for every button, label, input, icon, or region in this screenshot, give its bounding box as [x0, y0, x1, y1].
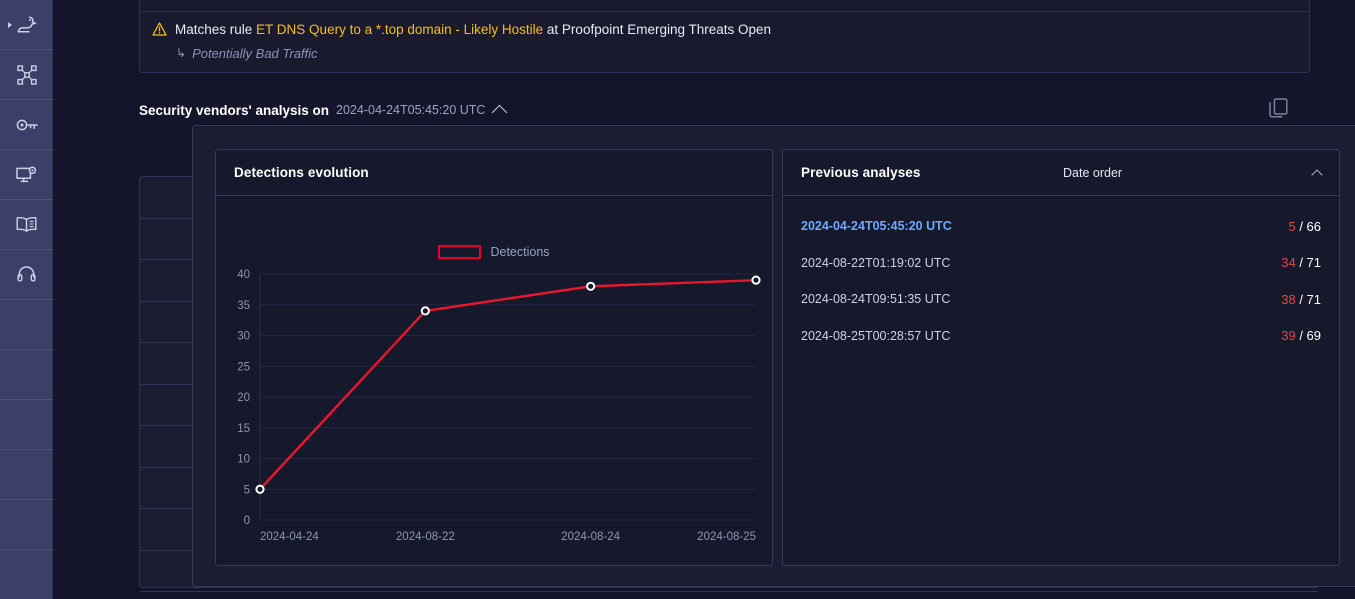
previous-analysis-score: 34 / 71 [1281, 255, 1321, 270]
svg-text:0: 0 [244, 515, 250, 527]
monitor-gear-icon [16, 166, 37, 184]
svg-text:35: 35 [237, 300, 250, 312]
previous-analyses-header: Previous analyses Date order [783, 150, 1339, 196]
previous-analysis-date[interactable]: 2024-08-24T09:51:35 UTC [801, 292, 950, 306]
detections-evolution-card: Detections evolution Detections 0 5 10 15 20… [215, 149, 773, 566]
rule-category-label: Potentially Bad Traffic [192, 0, 317, 1]
key-icon [16, 118, 38, 132]
rule-category: ↳ Potentially Bad Traffic [176, 45, 1297, 62]
sidebar-item-support[interactable] [0, 250, 53, 300]
previous-analysis-score: 39 / 69 [1281, 328, 1321, 343]
return-arrow-icon: ↳ [176, 0, 186, 1]
svg-text:10: 10 [237, 454, 250, 466]
svg-text:25: 25 [237, 361, 250, 373]
svg-text:15: 15 [237, 423, 250, 435]
svg-text:2024-04-24: 2024-04-24 [260, 531, 319, 543]
previous-analysis-date[interactable]: 2024-08-25T00:28:57 UTC [801, 329, 950, 343]
sidebar-item-virustotal-logo[interactable] [0, 0, 53, 50]
previous-analysis-row[interactable]: 2024-08-22T01:19:02 UTC 34 / 71 [783, 245, 1339, 282]
sidebar-item-extra-4[interactable] [0, 450, 53, 500]
previous-analysis-row[interactable]: 2024-04-24T05:45:20 UTC 5 / 66 [783, 208, 1339, 245]
chevron-up-icon [1311, 168, 1323, 181]
total-count: / 71 [1295, 255, 1321, 271]
sidebar-item-api-key[interactable] [0, 100, 53, 150]
analysis-overlay-panel: Detections evolution Detections 0 5 10 15 20… [192, 125, 1355, 587]
total-count: / 71 [1295, 291, 1321, 307]
sidebar-item-monitor[interactable] [0, 150, 53, 200]
malicious-count: 39 [1281, 328, 1296, 344]
date-order-select[interactable]: Date order [1063, 165, 1323, 181]
caret-right-icon [8, 21, 12, 28]
total-count: / 66 [1295, 218, 1321, 234]
left-icon-rail [0, 0, 53, 599]
detections-card-header: Detections evolution [216, 150, 772, 196]
svg-text:20: 20 [237, 392, 250, 404]
rule-item-partial: x ↳ Potentially Bad Traffic [140, 0, 1309, 12]
svg-text:30: 30 [237, 331, 250, 343]
copy-icon[interactable] [1269, 97, 1288, 123]
previous-analysis-row[interactable]: 2024-08-25T00:28:57 UTC 39 / 69 [783, 318, 1339, 355]
sidebar-item-graph[interactable] [0, 50, 53, 100]
total-count: / 69 [1295, 328, 1321, 344]
return-arrow-icon: ↳ [176, 46, 187, 60]
previous-analysis-score: 5 / 66 [1288, 219, 1321, 234]
section-title: Security vendors' analysis on [139, 102, 330, 118]
rule-text-line: Matches rule ET DNS Query to a *.top dom… [152, 21, 1297, 41]
sidebar-item-extra[interactable] [0, 300, 53, 350]
sidebar-item-documentation[interactable] [0, 200, 53, 250]
rule-sentence: Matches rule ET DNS Query to a *.top dom… [175, 21, 771, 39]
previous-analyses-list: 2024-04-24T05:45:20 UTC 5 / 66 2024-08-22T… [783, 196, 1339, 354]
rule-name-link[interactable]: ET DNS Query to a *.top domain - Likely … [256, 22, 543, 37]
detections-line-chart: 0 5 10 15 20 25 30 35 40 2024-04-24 2024-08-22 2024… [237, 269, 761, 543]
malicious-count: 38 [1281, 291, 1296, 307]
previous-analysis-row[interactable]: 2024-08-24T09:51:35 UTC 38 / 71 [783, 281, 1339, 318]
detections-chart-body: Detections 0 5 10 15 20 25 30 35 40 2024-04-24 202… [216, 196, 772, 565]
sidebar-item-extra-3[interactable] [0, 400, 53, 450]
cards-row: Detections evolution Detections 0 5 10 15 20… [193, 126, 1355, 589]
svg-text:5: 5 [244, 484, 250, 496]
security-vendors-section-header: Security vendors' analysis on 2024-04-24… [139, 95, 1310, 125]
rule-category: ↳ Potentially Bad Traffic [176, 0, 1297, 1]
svg-text:40: 40 [237, 269, 250, 281]
sidebar-item-extra-6[interactable] [0, 550, 53, 599]
malicious-count: 34 [1281, 255, 1296, 271]
detections-card-title: Detections evolution [234, 165, 369, 180]
previous-analyses-card: Previous analyses Date order 2024-04-24T… [782, 149, 1340, 566]
date-order-label: Date order [1063, 165, 1123, 180]
sidebar-item-extra-5[interactable] [0, 500, 53, 550]
svg-text:2024-08-24: 2024-08-24 [561, 531, 620, 543]
chevron-up-icon[interactable] [492, 104, 508, 120]
sidebar-item-extra-2[interactable] [0, 350, 53, 400]
graph-nodes-icon [16, 64, 37, 85]
app-root: x ↳ Potentially Bad Traffic [0, 0, 1355, 599]
headset-icon [17, 265, 36, 284]
rule-prefix: Matches rule [175, 22, 257, 37]
rule-suffix: at Proofpoint Emerging Threats Open [543, 22, 772, 37]
duck-icon [16, 15, 37, 34]
previous-analysis-score: 38 / 71 [1281, 292, 1321, 307]
svg-text:2024-08-25: 2024-08-25 [697, 531, 756, 543]
previous-analysis-date[interactable]: 2024-04-24T05:45:20 UTC [801, 219, 952, 233]
page-content: x ↳ Potentially Bad Traffic [53, 0, 1355, 599]
detection-rules-block: x ↳ Potentially Bad Traffic [139, 0, 1310, 73]
previous-analyses-title: Previous analyses [801, 165, 921, 180]
warning-triangle-icon [152, 22, 167, 41]
svg-text:2024-08-22: 2024-08-22 [396, 531, 455, 543]
section-analysis-date: 2024-04-24T05:45:20 UTC [336, 103, 486, 117]
rule-item: Matches rule ET DNS Query to a *.top dom… [140, 12, 1309, 72]
malicious-count: 5 [1288, 218, 1296, 234]
rule-category-label: Potentially Bad Traffic [192, 46, 318, 61]
previous-analysis-date[interactable]: 2024-08-22T01:19:02 UTC [801, 256, 950, 270]
book-icon [16, 216, 37, 233]
